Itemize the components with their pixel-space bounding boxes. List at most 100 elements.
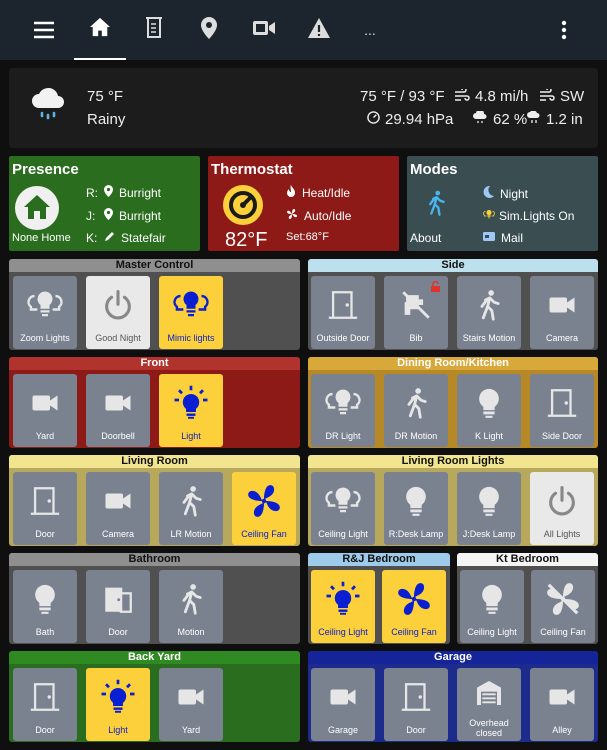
tile-label: Door — [35, 725, 55, 735]
lightbulb-icon — [483, 208, 495, 224]
tile-doorbell[interactable]: Doorbell — [86, 374, 150, 447]
lightbulb-group-icon — [159, 285, 223, 325]
tile-all-lights[interactable]: All Lights — [530, 472, 594, 545]
tile-label: Light — [181, 431, 201, 441]
wind-speed: 4.8 mi/h — [454, 87, 528, 105]
tile-label: Good Night — [95, 333, 141, 343]
presence-key: K: — [86, 231, 98, 245]
presence-row-k: K: Statefair — [86, 231, 166, 245]
tile-label: Door — [406, 725, 426, 735]
modes-title: Modes — [410, 161, 458, 178]
tile-lr-camera[interactable]: Camera — [86, 472, 150, 545]
camera-icon — [159, 677, 223, 717]
tile-lr-motion[interactable]: LR Motion — [159, 472, 223, 545]
tile-backyard-light[interactable]: Light — [86, 668, 150, 741]
tile-kt-ceiling-fan[interactable]: Ceiling Fan — [531, 570, 595, 643]
tile-outside-door[interactable]: Outside Door — [311, 276, 375, 349]
overflow-menu-icon[interactable] — [546, 0, 582, 60]
tile-rj-ceiling-light[interactable]: Ceiling Light — [311, 570, 375, 643]
tile-label: LR Motion — [170, 529, 212, 539]
tab-more[interactable]: ... — [348, 0, 392, 60]
presence-value: Burright — [119, 185, 162, 200]
mode-sim-lights[interactable]: Sim.Lights On — [483, 208, 574, 224]
modes-card[interactable]: Modes About Night Sim.Lights On Mail — [407, 156, 598, 251]
lightbulb-group-icon — [311, 481, 375, 521]
tile-label: Door — [35, 529, 55, 539]
door-icon — [13, 481, 77, 521]
tile-good-night[interactable]: Good Night — [86, 276, 150, 349]
thermostat-dial-icon — [222, 184, 264, 231]
tile-label: Door — [108, 627, 128, 637]
door-open-icon — [86, 579, 150, 619]
tab-beaker[interactable] — [128, 0, 180, 60]
pressure: 29.94 hPa — [367, 111, 453, 128]
presence-key: R: — [86, 185, 98, 200]
door-icon — [384, 677, 448, 717]
tile-garage-door[interactable]: Door — [384, 668, 448, 741]
camera-icon — [86, 481, 150, 521]
tile-side-camera[interactable]: Camera — [530, 276, 594, 349]
walking-person-icon — [159, 579, 223, 619]
tile-rj-ceiling-fan[interactable]: Ceiling Fan — [382, 570, 446, 643]
tile-k-light[interactable]: K Light — [457, 374, 521, 447]
tile-side-door[interactable]: Side Door — [530, 374, 594, 447]
tile-mimic-lights[interactable]: Mimic lights — [159, 276, 223, 349]
wind-direction-icon — [539, 87, 555, 105]
tab-location[interactable] — [183, 0, 235, 60]
tile-yard-camera[interactable]: Yard — [13, 374, 77, 447]
tile-dr-light[interactable]: DR Light — [311, 374, 375, 447]
tile-garage-camera[interactable]: Garage — [311, 668, 375, 741]
tile-bib[interactable]: Bib — [384, 276, 448, 349]
tile-ceiling-light[interactable]: Ceiling Light — [311, 472, 375, 545]
tile-lr-ceiling-fan[interactable]: Ceiling Fan — [232, 472, 296, 545]
fan-icon — [286, 208, 298, 223]
mode-night[interactable]: Night — [483, 185, 529, 201]
tile-bathroom-motion[interactable]: Motion — [159, 570, 223, 643]
tile-backyard-camera[interactable]: Yard — [159, 668, 223, 741]
tile-label: Ceiling Fan — [241, 529, 287, 539]
modes-status: About — [410, 231, 442, 245]
tile-j-desk-lamp[interactable]: J:Desk Lamp — [457, 472, 521, 545]
mode-night-label: Night — [500, 186, 529, 201]
lightbulb-icon — [384, 481, 448, 521]
camera-icon — [311, 677, 375, 717]
presence-row-r: R: Burright — [86, 185, 161, 200]
group-garage-title: Garage — [308, 651, 598, 664]
tile-label: Mimic lights — [167, 333, 215, 343]
tile-label: Doorbell — [101, 431, 135, 441]
presence-card[interactable]: Presence None Home R: Burright J: Burrig… — [9, 156, 200, 251]
lock-open-icon — [430, 279, 441, 297]
tile-label: Zoom Lights — [20, 333, 70, 343]
tile-alley-camera[interactable]: Alley — [530, 668, 594, 741]
tab-alert[interactable] — [293, 0, 345, 60]
tile-bath-light[interactable]: Bath — [13, 570, 77, 643]
tile-lr-door[interactable]: Door — [13, 472, 77, 545]
tile-kt-ceiling-light[interactable]: Ceiling Light — [460, 570, 524, 643]
tile-label: K Light — [474, 431, 504, 441]
tile-r-desk-lamp[interactable]: R:Desk Lamp — [384, 472, 448, 545]
tile-backyard-door[interactable]: Door — [13, 668, 77, 741]
tab-camera[interactable] — [238, 0, 290, 60]
tab-home[interactable] — [74, 0, 126, 60]
tile-bathroom-door[interactable]: Door — [86, 570, 150, 643]
precipitation-value: 1.2 in — [546, 111, 583, 128]
menu-icon[interactable] — [20, 0, 68, 60]
thermostat-card[interactable]: Thermostat 82°F Heat/Idle Auto/Idle Set:… — [208, 156, 399, 251]
tile-label: All Lights — [543, 529, 581, 539]
tile-label: Ceiling Light — [318, 627, 368, 637]
weather-card[interactable]: 75 °F Rainy 75 °F / 93 °F 4.8 mi/h SW 29… — [9, 68, 598, 148]
tile-label: Ceiling Light — [467, 627, 517, 637]
mode-mail[interactable]: Mail — [483, 231, 523, 245]
tile-dr-motion[interactable]: DR Motion — [384, 374, 448, 447]
tile-stairs-motion[interactable]: Stairs Motion — [457, 276, 521, 349]
tile-zoom-lights[interactable]: Zoom Lights — [13, 276, 77, 349]
tile-overhead-door[interactable]: Overhead closed — [457, 668, 521, 741]
tile-label: Stairs Motion — [462, 333, 516, 343]
current-temperature: 75 °F — [87, 88, 124, 105]
tile-front-light[interactable]: Light — [159, 374, 223, 447]
tile-label: J:Desk Lamp — [462, 529, 516, 539]
presence-value: Statefair — [121, 231, 166, 245]
thermostat-fan: Auto/Idle — [286, 208, 351, 223]
power-icon — [86, 285, 150, 325]
lightbulb-group-icon — [311, 383, 375, 423]
